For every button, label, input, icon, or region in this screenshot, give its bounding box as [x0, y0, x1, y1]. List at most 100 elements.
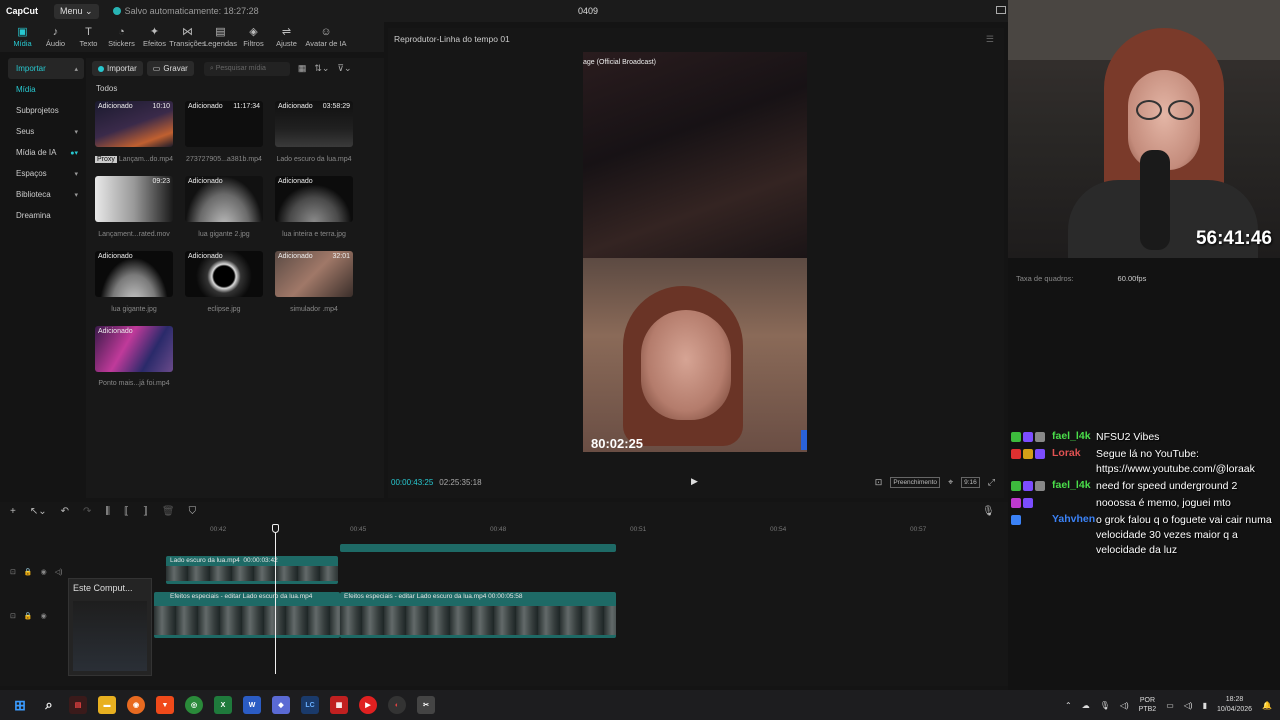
- eye-icon[interactable]: ◉: [41, 568, 47, 576]
- tab-adjust[interactable]: ⇌ Ajuste: [270, 22, 303, 52]
- split-icon[interactable]: ⫼: [105, 506, 110, 517]
- word-icon[interactable]: W: [243, 696, 261, 714]
- add-track-icon[interactable]: +: [10, 506, 16, 517]
- taskbar-preview[interactable]: Este Comput...: [68, 578, 152, 676]
- app-icon-media[interactable]: ▤: [69, 696, 87, 714]
- search-icon[interactable]: ⌕: [40, 696, 58, 714]
- sidebar-item-subprojects[interactable]: Subprojetos: [8, 100, 84, 121]
- excel-icon[interactable]: X: [214, 696, 232, 714]
- import-button[interactable]: Importar: [92, 61, 143, 76]
- sidebar-item-spaces[interactable]: Espaços ▾: [8, 163, 84, 184]
- media-thumb[interactable]: Adicionado: [95, 251, 173, 297]
- tab-transitions[interactable]: ⋈ Transições: [169, 22, 205, 52]
- window-layout-icon[interactable]: [996, 6, 1006, 14]
- media-thumb[interactable]: Adicionado: [275, 176, 353, 222]
- app-icon-lc[interactable]: LC: [301, 696, 319, 714]
- speaker-icon[interactable]: ◁): [1184, 701, 1193, 710]
- brave-icon[interactable]: ▼: [156, 696, 174, 714]
- tab-media[interactable]: ▣ Mídia: [6, 22, 39, 52]
- filter-icon[interactable]: ⊽⌄: [337, 63, 351, 74]
- media-thumb[interactable]: Adicionado 03:58:29: [275, 101, 353, 147]
- windows-start-icon[interactable]: ⊞: [11, 696, 29, 714]
- notification-icon[interactable]: 🔔: [1262, 701, 1272, 710]
- media-thumb[interactable]: Adicionado: [185, 251, 263, 297]
- track-cover-icon[interactable]: ⊡: [10, 568, 16, 576]
- file-explorer-icon[interactable]: ▬: [98, 696, 116, 714]
- record-app-icon[interactable]: ▶: [359, 696, 377, 714]
- capcut-icon[interactable]: ✂: [417, 696, 435, 714]
- undo-icon[interactable]: ↶: [61, 506, 69, 517]
- media-thumb[interactable]: Adicionado 11:17:34: [185, 101, 263, 147]
- playhead-handle[interactable]: [272, 524, 279, 533]
- media-thumb[interactable]: Adicionado: [95, 326, 173, 372]
- media-name: eclipse.jpg: [207, 306, 241, 313]
- tab-effects[interactable]: ✦ Efeitos: [138, 22, 171, 52]
- sidebar-item-ai-media[interactable]: Mídia de IA ●▾: [8, 142, 84, 163]
- sidebar-item-media[interactable]: Mídia: [8, 79, 84, 100]
- redo-icon[interactable]: ↷: [83, 506, 91, 517]
- sidebar-item-dreamina[interactable]: Dreamina: [8, 205, 84, 226]
- record-button[interactable]: ▭ Gravar: [146, 61, 194, 76]
- crop-icon[interactable]: ⊡: [875, 477, 883, 488]
- sidebar-item-yours[interactable]: Seus ▾: [8, 121, 84, 142]
- timeline-clip[interactable]: Efeitos especiais - editar Lado escuro d…: [340, 592, 616, 638]
- lock-icon[interactable]: 🔒: [24, 612, 33, 620]
- lock-icon[interactable]: 🔒: [24, 568, 33, 576]
- media-thumb[interactable]: 09:23: [95, 176, 173, 222]
- sidebar-item-import[interactable]: Importar ▴: [8, 58, 84, 79]
- network-icon[interactable]: ▭: [1166, 701, 1174, 710]
- shield-icon[interactable]: ⛉: [189, 506, 197, 517]
- firefox-icon[interactable]: ◉: [127, 696, 145, 714]
- fill-mode-button[interactable]: Preenchimento: [890, 477, 941, 488]
- tab-ai-avatar[interactable]: ☺ Avatar de IA: [303, 22, 349, 52]
- play-icon[interactable]: ▶: [691, 476, 698, 487]
- video-canvas[interactable]: age (Official Broadcast) 80:02:25: [583, 52, 807, 452]
- select-tool-icon[interactable]: ↖⌄: [30, 506, 47, 517]
- grid-view-icon[interactable]: ▦: [298, 63, 307, 74]
- preview-thumbnail: [73, 601, 147, 671]
- ratio-button[interactable]: 9:16: [961, 477, 980, 488]
- tab-stickers[interactable]: ◔ Stickers: [105, 22, 138, 52]
- app-icon-circle[interactable]: ◐: [388, 696, 406, 714]
- tab-captions[interactable]: ▤ Legendas: [204, 22, 237, 52]
- media-thumb[interactable]: Adicionado 32:01: [275, 251, 353, 297]
- microphone-icon[interactable]: 🎙: [982, 506, 995, 517]
- media-thumb[interactable]: Adicionado 10:10: [95, 101, 173, 147]
- focus-icon[interactable]: ⌖: [948, 477, 953, 488]
- chrome-icon[interactable]: ◎: [185, 696, 203, 714]
- tab-filters[interactable]: ◈ Filtros: [237, 22, 270, 52]
- added-badge: Adicionado: [98, 328, 133, 335]
- chat-text: NFSU2 Vibes: [1096, 431, 1160, 443]
- split-left-icon[interactable]: ⟦: [124, 506, 129, 517]
- frame-rate-row: Taxa de quadros: 60.00fps: [1016, 274, 1146, 283]
- app-icon-news[interactable]: ▦: [330, 696, 348, 714]
- fullscreen-icon[interactable]: ⤢: [988, 477, 995, 488]
- player-menu-icon[interactable]: ☰: [986, 34, 994, 45]
- badge-icon: [1023, 481, 1033, 491]
- media-thumb[interactable]: Adicionado: [185, 176, 263, 222]
- volume-icon[interactable]: ◁): [1120, 701, 1129, 710]
- audio-clip[interactable]: [340, 544, 616, 552]
- track-cover-icon[interactable]: ⊡: [10, 612, 16, 620]
- timeline-clip[interactable]: Efeitos especiais - editar Lado escuro d…: [154, 592, 340, 638]
- system-clock[interactable]: 18:28 10/04/2026: [1217, 695, 1252, 715]
- language-indicator[interactable]: POR PTB2: [1139, 696, 1157, 714]
- tab-audio[interactable]: ♪ Áudio: [39, 22, 72, 52]
- eye-icon[interactable]: ◉: [41, 612, 47, 620]
- sidebar-item-library[interactable]: Biblioteca ▾: [8, 184, 84, 205]
- sort-icon[interactable]: ⇅⌄: [314, 63, 329, 74]
- playhead[interactable]: [275, 524, 276, 674]
- media-search-input[interactable]: ⌕ Pesquisar mídia: [203, 61, 290, 76]
- microphone-icon[interactable]: 🎙: [1100, 701, 1110, 710]
- volume-icon[interactable]: ◁): [55, 568, 63, 576]
- media-name-text: Lançam...do.mp4: [118, 156, 173, 163]
- delete-icon[interactable]: 🗑: [162, 506, 175, 517]
- timeline-clip[interactable]: Lado escuro da lua.mp4 00:00:03:42: [166, 556, 338, 584]
- cloud-icon[interactable]: ☁: [1082, 701, 1090, 710]
- battery-icon[interactable]: ▮: [1203, 701, 1207, 710]
- app-icon-diamond[interactable]: ◆: [272, 696, 290, 714]
- split-right-icon[interactable]: ⟧: [143, 506, 148, 517]
- tab-text[interactable]: T Texto: [72, 22, 105, 52]
- player-title: Reprodutor-Linha do tempo 01: [394, 34, 510, 44]
- chevron-up-icon[interactable]: ⌃: [1065, 701, 1072, 710]
